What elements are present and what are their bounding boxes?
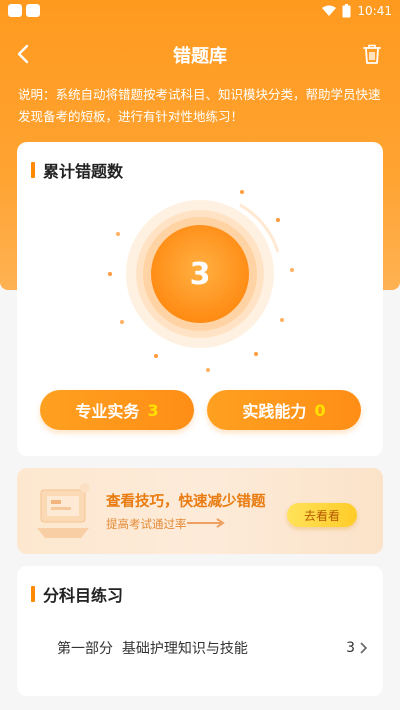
count-ring: 3 [100,182,300,382]
tips-banner[interactable]: 查看技巧，快速减少错题 提高考试通过率 去看看 [17,468,383,554]
section-title-text: 分科目练习 [43,586,124,605]
chevron-right-icon [360,642,368,654]
subject-practice-card: 分科目练习 第一部分 基础护理知识与技能 3 [17,566,383,696]
battery-icon [342,4,351,18]
category-button-practical-ability[interactable]: 实践能力 0 [207,390,361,430]
section-marker [31,162,35,178]
banner-subtitle: 提高考试通过率 [106,517,187,531]
delete-button[interactable] [358,40,386,68]
banner-title: 查看技巧，快速减少错题 [106,494,266,510]
category-count: 0 [314,400,326,420]
category-button-professional-practice[interactable]: 专业实务 3 [40,390,194,430]
subject-label: 第一部分 基础护理知识与技能 [57,641,248,657]
total-wrong-count: 3 [189,256,211,292]
list-item[interactable]: 第一部分 基础护理知识与技能 3 [17,628,383,668]
arrow-right-icon [187,518,225,528]
banner-go-button[interactable]: 去看看 [287,503,357,527]
notification-icon [26,4,40,17]
category-label: 专业实务 [75,402,140,421]
page-title: 错题库 [173,46,227,67]
description-text: 说明：系统自动将错题按考试科目、知识模块分类，帮助学员快速发现备考的短板，进行有… [18,87,381,124]
study-illustration [37,483,90,538]
wifi-icon [322,5,337,16]
status-time: 10:41 [357,4,392,18]
subject-count: 3 [346,640,355,656]
status-bar: 10:41 [0,0,400,24]
category-count: 3 [147,400,159,420]
wrong-count-card: 累计错题数 3 专业实务 3 实践能力 0 [17,142,383,456]
section-title: 分科目练习 [31,582,123,606]
category-label: 实践能力 [242,402,307,421]
section-marker [31,586,35,602]
nav-bar: 错题库 [0,30,400,78]
notification-icon [8,4,22,17]
trash-icon [363,44,381,64]
